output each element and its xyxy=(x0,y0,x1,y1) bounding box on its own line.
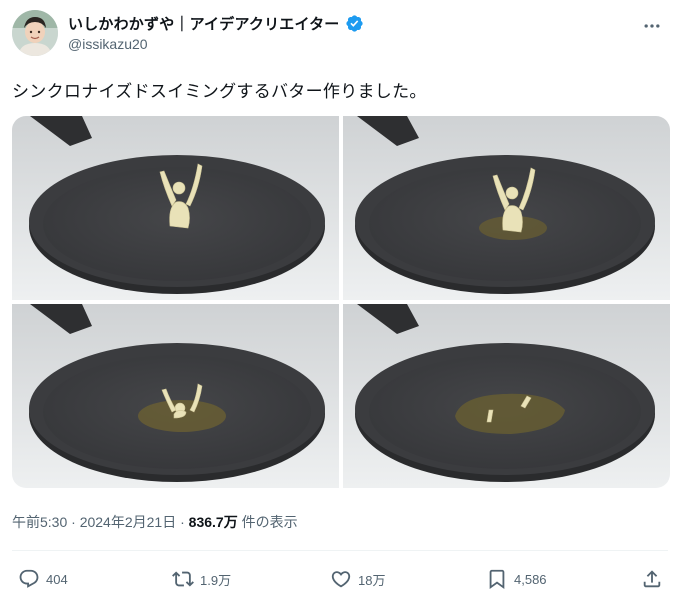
meta-separator-2: · xyxy=(180,514,185,530)
display-name[interactable]: いしかわかずや｜アイデアクリエイター xyxy=(68,13,340,34)
tweet-meta: 午前5:30 · 2024年2月21日 · 836.7万 件の表示 xyxy=(12,512,298,532)
reply-icon xyxy=(19,569,39,588)
heart-icon xyxy=(331,571,351,588)
author-names: いしかわかずや｜アイデアクリエイター @issikazu20 xyxy=(68,13,364,52)
tweet-header: いしかわかずや｜アイデアクリエイター @issikazu20 xyxy=(12,10,668,60)
media-panel-2[interactable] xyxy=(343,116,670,300)
like-button[interactable]: 18万 xyxy=(330,568,385,590)
views-label: 件の表示 xyxy=(241,514,298,530)
bookmark-icon xyxy=(489,569,505,590)
meta-separator: · xyxy=(71,514,76,530)
retweet-button[interactable]: 1.9万 xyxy=(172,568,231,590)
verified-badge-icon xyxy=(345,14,363,32)
action-bar: 404 1.9万 18万 4,586 xyxy=(0,556,680,602)
avatar-image xyxy=(12,10,58,56)
bookmark-count: 4,586 xyxy=(514,571,547,587)
like-count: 18万 xyxy=(358,572,386,588)
tweet-time[interactable]: 午前5:30 xyxy=(12,514,67,530)
retweet-icon xyxy=(172,571,194,587)
media-grid[interactable] xyxy=(12,116,670,488)
share-icon xyxy=(643,570,661,588)
reply-count: 404 xyxy=(46,571,68,587)
retweet-count: 1.9万 xyxy=(200,572,232,588)
views-count: 836.7万 xyxy=(188,514,238,530)
tweet-text: シンクロナイズドスイミングするバター作りました。 xyxy=(12,82,427,102)
bookmark-button[interactable]: 4,586 xyxy=(486,568,547,590)
media-panel-3[interactable] xyxy=(12,304,339,488)
reply-button[interactable]: 404 xyxy=(18,568,68,590)
media-panel-1[interactable] xyxy=(12,116,339,300)
more-horizontal-icon[interactable] xyxy=(640,14,664,38)
share-button[interactable] xyxy=(641,568,663,590)
media-panel-4[interactable] xyxy=(343,304,670,488)
handle[interactable]: @issikazu20 xyxy=(68,36,364,52)
avatar[interactable] xyxy=(12,10,58,56)
tweet-date[interactable]: 2024年2月21日 xyxy=(80,514,177,530)
divider xyxy=(12,550,668,551)
